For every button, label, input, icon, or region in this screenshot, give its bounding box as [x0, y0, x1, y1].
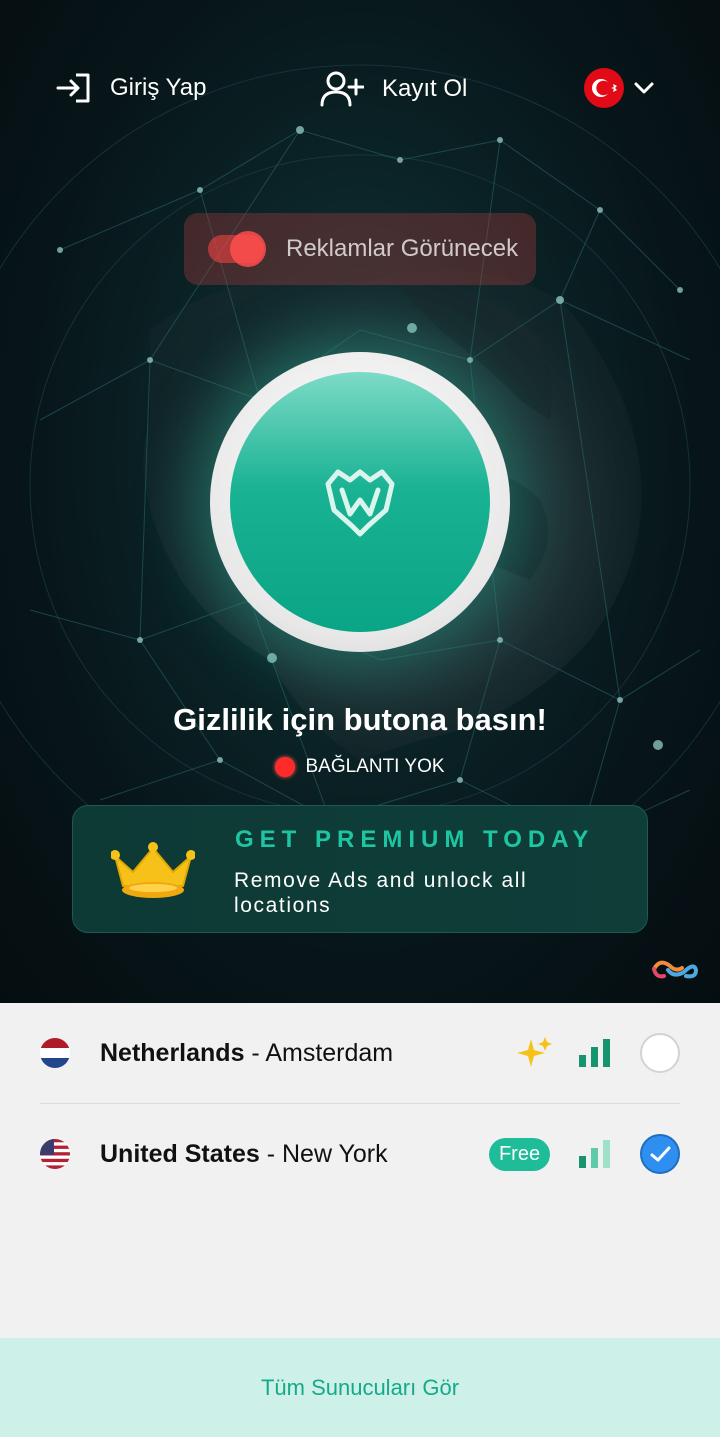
add-user-icon — [320, 71, 364, 107]
register-label: Kayıt Ol — [382, 75, 468, 102]
server-name: United States - New York — [100, 1140, 388, 1169]
language-selector[interactable] — [584, 68, 654, 108]
server-row[interactable]: United States - New York Free — [0, 1104, 720, 1204]
signal-strength-icon — [579, 1140, 610, 1168]
register-button[interactable]: Kayıt Ol — [320, 70, 467, 108]
united-states-flag-icon — [40, 1139, 70, 1169]
ads-toggle-switch[interactable] — [208, 231, 266, 267]
server-separator: - — [244, 1039, 266, 1067]
app-logo-icon — [325, 469, 395, 537]
connection-status: BAĞLANTI YOK — [0, 756, 720, 778]
server-name: Netherlands - Amsterdam — [100, 1039, 393, 1068]
server-list: Netherlands - Amsterdam United States - … — [0, 1003, 720, 1338]
premium-sparkle-icon — [517, 1037, 552, 1067]
brand-logo-icon — [652, 960, 699, 979]
premium-title: GET PREMIUM TODAY — [235, 826, 595, 853]
connect-button[interactable] — [210, 352, 510, 652]
ads-toggle-pill: Reklamlar Görünecek — [184, 213, 536, 285]
crown-icon — [111, 842, 195, 898]
login-label: Giriş Yap — [110, 74, 207, 101]
server-city: New York — [281, 1140, 388, 1168]
signal-strength-icon — [579, 1039, 610, 1067]
see-all-servers-label: Tüm Sunucuları Gör — [260, 1374, 460, 1400]
ads-toggle-label: Reklamlar Görünecek — [286, 235, 519, 262]
checkmark-icon — [650, 1146, 671, 1162]
login-icon — [56, 73, 90, 103]
server-row[interactable]: Netherlands - Amsterdam — [0, 1003, 720, 1104]
chevron-down-icon — [634, 82, 654, 94]
connect-button-face — [230, 372, 490, 632]
server-separator: - — [259, 1140, 282, 1168]
premium-subtitle: Remove Ads and unlock all locations — [234, 869, 528, 917]
netherlands-flag-icon — [40, 1038, 70, 1068]
premium-banner[interactable]: GET PREMIUM TODAY Remove Ads and unlock … — [72, 805, 648, 933]
toggle-knob — [230, 231, 266, 267]
top-bar: Giriş Yap Kayıt Ol — [0, 60, 720, 120]
server-country: Netherlands — [100, 1039, 245, 1067]
status-dot-icon — [275, 757, 296, 777]
server-select-radio[interactable] — [640, 1134, 680, 1174]
status-text: BAĞLANTI YOK — [305, 756, 445, 777]
hero-section: Giriş Yap Kayıt Ol Reklamlar Görünecek G… — [0, 0, 720, 1003]
turkey-flag-icon — [584, 68, 624, 108]
server-select-radio[interactable] — [640, 1033, 680, 1073]
server-country: United States — [100, 1140, 260, 1168]
free-badge: Free — [489, 1138, 550, 1171]
login-button[interactable]: Giriş Yap — [56, 72, 206, 104]
see-all-servers-button[interactable]: Tüm Sunucuları Gör — [0, 1338, 720, 1437]
connect-cta-text: Gizlilik için butona basın! — [173, 702, 547, 737]
server-city: Amsterdam — [265, 1039, 394, 1067]
